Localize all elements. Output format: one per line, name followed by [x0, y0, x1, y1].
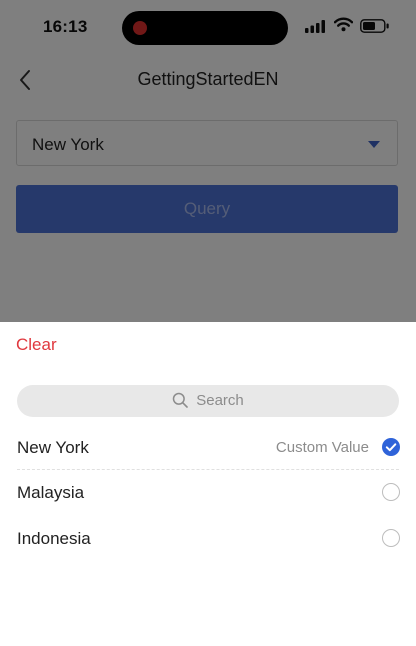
- radio-checked[interactable]: [382, 438, 400, 456]
- radio-unchecked[interactable]: [382, 529, 400, 547]
- check-icon: [385, 443, 397, 452]
- modal-overlay[interactable]: [0, 0, 416, 322]
- option-divider: [17, 469, 399, 470]
- custom-value-note: Custom Value: [275, 439, 369, 456]
- option-malaysia[interactable]: Malaysia: [0, 471, 416, 516]
- picker-sheet: Clear Search New York Custom Value Malay…: [0, 322, 416, 646]
- search-placeholder: Search: [196, 392, 244, 409]
- clear-button[interactable]: Clear: [16, 335, 57, 355]
- option-label: Malaysia: [17, 483, 85, 502]
- option-label: New York: [17, 438, 89, 457]
- radio-unchecked[interactable]: [382, 483, 400, 501]
- search-icon: [172, 392, 189, 408]
- search-placeholder-wrap: Search: [17, 392, 399, 409]
- search-input[interactable]: Search: [17, 385, 399, 417]
- option-label: Indonesia: [17, 529, 91, 548]
- option-new-york[interactable]: New York Custom Value: [0, 426, 416, 471]
- option-indonesia[interactable]: Indonesia: [0, 517, 416, 562]
